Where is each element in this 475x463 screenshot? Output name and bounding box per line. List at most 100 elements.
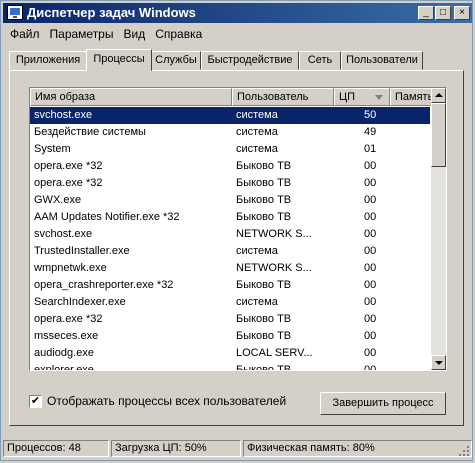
cell-image-name: System [34, 143, 71, 155]
cell-cpu: 00 [364, 279, 377, 291]
cell-image-name: opera.exe *32 [34, 177, 103, 189]
cell-user: система [236, 126, 278, 138]
table-row[interactable]: opera.exe *32 Быково ТВ 00 [30, 175, 430, 192]
cell-cpu: 50 [364, 109, 377, 121]
cell-user: система [236, 143, 278, 155]
cell-cpu: 00 [364, 364, 377, 371]
menu-bar: Файл Параметры Вид Справка [5, 25, 207, 43]
table-row[interactable]: AAM Updates Notifier.exe *32 Быково ТВ 00 [30, 209, 430, 226]
cell-image-name: opera_crashreporter.exe *32 [34, 279, 174, 291]
table-row[interactable]: audiodg.exe LOCAL SERV... 00 [30, 345, 430, 362]
table-row[interactable]: SearchIndexer.exe система 00 [30, 294, 430, 311]
menu-file[interactable]: Файл [5, 25, 45, 43]
cell-image-name: TrustedInstaller.exe [34, 245, 130, 257]
table-row[interactable]: opera_crashreporter.exe *32 Быково ТВ 00 [30, 277, 430, 294]
cell-user: Быково ТВ [236, 279, 292, 291]
cell-image-name: explorer.exe [34, 364, 94, 371]
cell-cpu: 00 [364, 245, 377, 257]
cell-cpu: 00 [364, 313, 377, 325]
cell-image-name: svchost.exe [34, 109, 93, 121]
table-row[interactable]: opera.exe *32 Быково ТВ 00 [30, 311, 430, 328]
cell-user: Быково ТВ [236, 177, 292, 189]
cell-image-name: wmpnetwk.exe [34, 262, 107, 274]
menu-options[interactable]: Параметры [45, 25, 119, 43]
cell-cpu: 00 [364, 330, 377, 342]
process-list[interactable]: Имя образа Пользователь ЦП Память svchos… [29, 87, 447, 371]
cell-user: система [236, 296, 278, 308]
table-row[interactable]: GWX.exe Быково ТВ 00 [30, 192, 430, 209]
table-row[interactable]: Бездействие системы система 49 [30, 124, 430, 141]
resize-grip-icon[interactable] [458, 445, 470, 457]
sort-descending-icon [375, 95, 383, 100]
tab-services[interactable]: Службы [151, 51, 201, 70]
cell-cpu: 00 [364, 194, 377, 206]
cell-cpu: 00 [364, 160, 377, 172]
cell-user: система [236, 245, 278, 257]
cell-image-name: svchost.exe [34, 228, 93, 240]
cell-image-name: GWX.exe [34, 194, 82, 206]
scrollbar-thumb[interactable] [431, 103, 446, 167]
cell-cpu: 49 [364, 126, 377, 138]
table-row[interactable]: System система 01 [30, 141, 430, 158]
monitor-icon [7, 5, 23, 20]
table-row[interactable]: svchost.exe система 50 [30, 107, 430, 124]
cell-cpu: 00 [364, 296, 377, 308]
cell-cpu: 00 [364, 347, 377, 359]
title-bar[interactable]: Диспетчер задач Windows _ □ × [3, 3, 472, 23]
column-header-cpu[interactable]: ЦП [334, 88, 390, 106]
arrow-up-icon [435, 93, 443, 97]
menu-view[interactable]: Вид [118, 25, 150, 43]
menu-help[interactable]: Справка [150, 25, 207, 43]
status-bar: Процессов: 48 Загрузка ЦП: 50% Физическа… [3, 439, 472, 459]
checkmark-icon: ✔ [30, 395, 41, 407]
cell-user: LOCAL SERV... [236, 347, 313, 359]
cell-image-name: msseces.exe [34, 330, 99, 342]
cell-image-name: audiodg.exe [34, 347, 94, 359]
status-physical-memory: Физическая память: 80% [243, 440, 472, 457]
table-row[interactable]: svchost.exe NETWORK S... 00 [30, 226, 430, 243]
cell-user: Быково ТВ [236, 330, 292, 342]
tab-users[interactable]: Пользователи [341, 51, 423, 70]
table-row[interactable]: explorer.exe Быково ТВ 00 [30, 362, 430, 371]
tab-performance[interactable]: Быстродействие [201, 51, 299, 70]
end-process-button[interactable]: Завершить процесс [320, 392, 446, 415]
close-button[interactable]: × [454, 6, 470, 20]
tab-network[interactable]: Сеть [299, 51, 341, 70]
cell-user: Быково ТВ [236, 364, 292, 371]
tab-applications[interactable]: Приложения [9, 51, 87, 70]
scroll-down-button[interactable] [431, 355, 446, 370]
table-row[interactable]: wmpnetwk.exe NETWORK S... 00 [30, 260, 430, 277]
arrow-down-icon [435, 361, 443, 365]
show-all-users-checkbox[interactable]: ✔ [29, 395, 42, 408]
task-manager-window: Диспетчер задач Windows _ □ × Файл Параме… [0, 0, 473, 461]
status-process-count: Процессов: 48 [3, 440, 109, 457]
cell-cpu: 01 [364, 143, 377, 155]
cell-image-name: SearchIndexer.exe [34, 296, 126, 308]
minimize-button[interactable]: _ [418, 6, 434, 20]
maximize-button[interactable]: □ [435, 6, 451, 20]
show-all-users-label[interactable]: Отображать процессы всех пользователей [47, 394, 286, 408]
cell-image-name: Бездействие системы [34, 126, 146, 138]
column-header-cpu-label: ЦП [339, 91, 356, 103]
tab-processes[interactable]: Процессы [86, 49, 152, 71]
table-row[interactable]: TrustedInstaller.exe система 00 [30, 243, 430, 260]
column-header-user[interactable]: Пользователь [232, 88, 334, 106]
column-header-image-name[interactable]: Имя образа [30, 88, 232, 106]
cell-user: система [236, 109, 278, 121]
cell-cpu: 00 [364, 211, 377, 223]
window-title: Диспетчер задач Windows [27, 5, 196, 20]
status-cpu-usage: Загрузка ЦП: 50% [111, 440, 241, 457]
scroll-up-button[interactable] [431, 88, 446, 103]
cell-image-name: AAM Updates Notifier.exe *32 [34, 211, 180, 223]
cell-user: Быково ТВ [236, 194, 292, 206]
cell-user: NETWORK S... [236, 262, 312, 274]
table-row[interactable]: msseces.exe Быково ТВ 00 [30, 328, 430, 345]
table-row[interactable]: opera.exe *32 Быково ТВ 00 [30, 158, 430, 175]
cell-user: Быково ТВ [236, 211, 292, 223]
process-list-scrollbar[interactable] [431, 88, 446, 370]
cell-cpu: 00 [364, 177, 377, 189]
cell-image-name: opera.exe *32 [34, 313, 103, 325]
cell-user: Быково ТВ [236, 160, 292, 172]
cell-cpu: 00 [364, 262, 377, 274]
cell-user: Быково ТВ [236, 313, 292, 325]
